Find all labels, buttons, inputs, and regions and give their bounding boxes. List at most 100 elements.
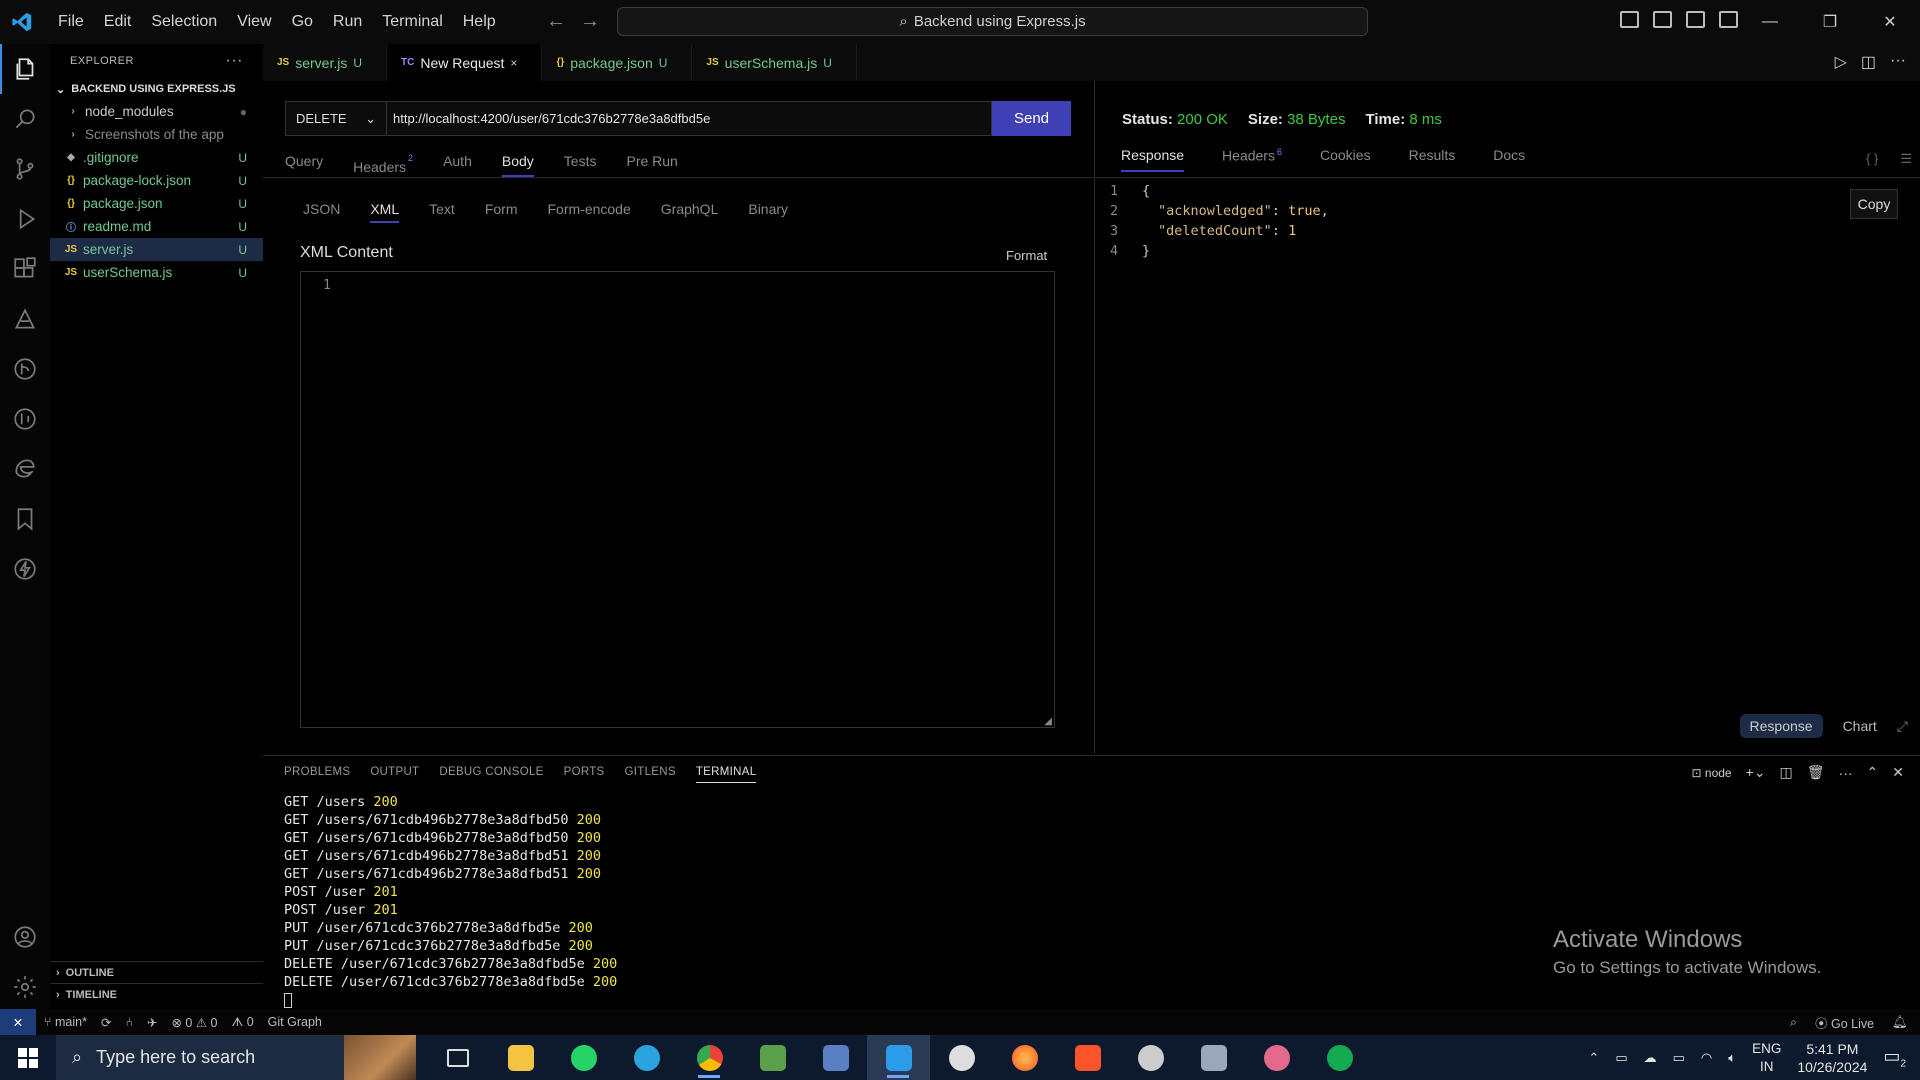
send-button[interactable]: Send	[992, 101, 1071, 136]
tab-output[interactable]: OUTPUT	[370, 766, 419, 783]
thunder-client-icon[interactable]	[0, 544, 50, 594]
brave-icon[interactable]	[1056, 1035, 1119, 1080]
gitlens-status-icon[interactable]: ⑃	[125, 1015, 133, 1030]
search-icon[interactable]	[0, 94, 50, 144]
run-debug-icon[interactable]	[0, 194, 50, 244]
menu-file[interactable]: File	[48, 0, 94, 44]
clock-app-icon[interactable]	[1119, 1035, 1182, 1080]
terminal-output[interactable]: GET /users 200 GET /users/671cdb496b2778e…	[284, 793, 617, 1009]
tree-item[interactable]: JS server.js U	[50, 238, 263, 261]
windows-start-icon[interactable]	[0, 1035, 56, 1080]
vscode-taskbar-icon[interactable]	[867, 1035, 930, 1080]
close-tab-icon[interactable]: ×	[510, 56, 517, 70]
calculator-icon[interactable]	[804, 1035, 867, 1080]
resize-handle-icon[interactable]: ◢	[1044, 716, 1052, 727]
problems-indicator[interactable]: ⊗ 0 ⚠ 0	[171, 1015, 217, 1030]
split-editor-icon[interactable]: ◫	[1861, 52, 1876, 72]
branch-indicator[interactable]: ⑂ main*	[44, 1015, 87, 1030]
go-live-button[interactable]: ⦿ Go Live	[1815, 1013, 1874, 1032]
menu-go[interactable]: Go	[282, 0, 323, 44]
tab-terminal[interactable]: TERMINAL	[695, 766, 757, 783]
tree-item[interactable]: › node_modules ●	[50, 100, 263, 123]
vscode-logo-icon[interactable]	[0, 0, 44, 44]
xml-editor[interactable]: 1 ◢	[300, 271, 1055, 728]
tab-pre-run[interactable]: Pre Run	[626, 147, 677, 177]
body-graphql[interactable]: GraphQL	[661, 201, 719, 223]
tree-item[interactable]: {} package.json U	[50, 192, 263, 215]
tab-debug-console[interactable]: DEBUG CONSOLE	[439, 766, 543, 783]
method-select[interactable]: DELETE ⌄	[285, 101, 387, 136]
remote-indicator-icon[interactable]: ✕	[0, 1009, 36, 1035]
accounts-icon[interactable]	[0, 912, 50, 962]
edge-devtools-icon[interactable]	[0, 444, 50, 494]
minimize-icon[interactable]: —	[1740, 0, 1800, 44]
source-control-icon[interactable]	[0, 144, 50, 194]
run-icon[interactable]: ▷	[1835, 52, 1847, 72]
restore-icon[interactable]: ❐	[1800, 0, 1860, 44]
chrome-icon[interactable]	[678, 1035, 741, 1080]
timeline-section[interactable]: › TIMELINE	[50, 983, 263, 1005]
tree-item[interactable]: {} package-lock.json U	[50, 169, 263, 192]
gitlens-icon[interactable]	[0, 394, 50, 444]
whatsapp-icon[interactable]	[552, 1035, 615, 1080]
volume-icon[interactable]: 🔈︎	[1728, 1050, 1736, 1066]
tab-gitlens[interactable]: GITLENS	[625, 766, 676, 783]
sync-icon[interactable]: ⟳	[101, 1015, 111, 1030]
wifi-icon[interactable]: ◠	[1701, 1050, 1712, 1066]
expand-icon[interactable]: ⤢	[1897, 718, 1908, 735]
response-view-button[interactable]: Response	[1739, 714, 1823, 738]
close-icon[interactable]: ✕	[1860, 0, 1920, 44]
menu-view[interactable]: View	[227, 0, 281, 44]
taskbar-search[interactable]: ⌕ Type here to search	[56, 1035, 416, 1080]
task-view-icon[interactable]	[426, 1035, 489, 1080]
show-hidden-icons-icon[interactable]: ⌃	[1588, 1050, 1599, 1066]
ports-indicator[interactable]: ᗑ 0	[231, 1015, 253, 1030]
editor-tab[interactable]: {} package.json U	[542, 44, 693, 81]
more-actions-icon[interactable]: ···	[1890, 52, 1906, 72]
file-explorer-icon[interactable]	[489, 1035, 552, 1080]
tab-body[interactable]: Body	[501, 147, 534, 177]
braces-icon[interactable]: { }	[1866, 151, 1878, 167]
tab-docs[interactable]: Docs	[1493, 147, 1525, 172]
tree-item[interactable]: ◆ .gitignore U	[50, 146, 263, 169]
workspace-root[interactable]: ⌄ BACKEND USING EXPRESS.JS	[50, 78, 263, 100]
tab-ports[interactable]: PORTS	[564, 766, 605, 783]
tree-item[interactable]: ⓘ readme.md U	[50, 215, 263, 238]
customize-layout-icon[interactable]	[1719, 11, 1738, 28]
menu-lines-icon[interactable]: ☰	[1900, 151, 1912, 167]
settings-gear-icon[interactable]	[0, 962, 50, 1012]
toggle-panel-icon[interactable]	[1653, 11, 1672, 28]
format-button[interactable]: Format	[1006, 248, 1047, 263]
chart-view-button[interactable]: Chart	[1843, 718, 1877, 734]
explorer-icon[interactable]	[0, 44, 50, 94]
tab-auth[interactable]: Auth	[443, 147, 472, 177]
toggle-sidebar-icon[interactable]	[1620, 11, 1639, 28]
tab-query[interactable]: Query	[285, 147, 323, 177]
tab-problems[interactable]: PROBLEMS	[284, 766, 350, 783]
body-json[interactable]: JSON	[303, 201, 340, 223]
terminal-selector[interactable]: ⊡ node	[1692, 766, 1732, 780]
onedrive-icon[interactable]: ☁	[1644, 1050, 1657, 1066]
tab-response[interactable]: Response	[1121, 147, 1185, 172]
menu-terminal[interactable]: Terminal	[372, 0, 452, 44]
launchpad-icon[interactable]: ✈	[147, 1015, 157, 1030]
battery-icon[interactable]: ▭	[1673, 1050, 1685, 1066]
menu-help[interactable]: Help	[453, 0, 506, 44]
more-actions-icon[interactable]: ···	[1839, 765, 1853, 781]
toggle-secondary-sidebar-icon[interactable]	[1686, 11, 1705, 28]
body-binary[interactable]: Binary	[748, 201, 788, 223]
settings-icon[interactable]	[930, 1035, 993, 1080]
menu-edit[interactable]: Edit	[94, 0, 142, 44]
bookmarks-icon[interactable]	[0, 494, 50, 544]
menu-selection[interactable]: Selection	[141, 0, 227, 44]
mongodb-compass-icon[interactable]	[1308, 1035, 1371, 1080]
tree-item[interactable]: JS userSchema.js U	[50, 261, 263, 284]
extensions-icon[interactable]	[0, 244, 50, 294]
firefox-icon[interactable]	[993, 1035, 1056, 1080]
editor-tab[interactable]: TC New Request ×	[387, 44, 543, 81]
git-graph-button[interactable]: Git Graph	[268, 1015, 322, 1030]
language-indicator[interactable]: ENG IN	[1752, 1040, 1781, 1076]
body-text[interactable]: Text	[429, 201, 455, 223]
tree-item[interactable]: › Screenshots of the app	[50, 123, 263, 146]
zoom-icon[interactable]: ⌕	[1790, 1015, 1797, 1030]
